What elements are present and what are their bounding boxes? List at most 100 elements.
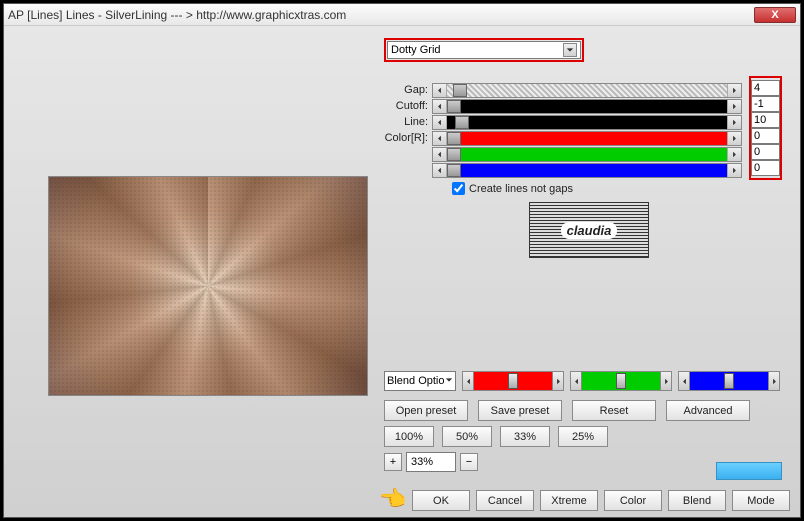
zoom-50-button[interactable]: 50% bbox=[442, 426, 492, 447]
arrow-left-icon[interactable] bbox=[678, 371, 690, 391]
advanced-button[interactable]: Advanced bbox=[666, 400, 750, 421]
color-g-track[interactable] bbox=[447, 148, 727, 161]
arrow-left-icon[interactable] bbox=[433, 148, 447, 161]
color-g-thumb[interactable] bbox=[447, 148, 461, 161]
color-g-slider[interactable] bbox=[432, 147, 742, 162]
bottom-buttons-row: OK Cancel Xtreme Color Blend Mode bbox=[412, 490, 790, 511]
arrow-right-icon[interactable] bbox=[727, 132, 741, 145]
blend-green-thumb[interactable] bbox=[616, 373, 626, 389]
color-r-track[interactable] bbox=[447, 132, 727, 145]
blend-button[interactable]: Blend bbox=[668, 490, 726, 511]
line-value[interactable]: 10 bbox=[751, 112, 780, 128]
create-lines-checkbox[interactable] bbox=[452, 182, 465, 195]
zoom-value[interactable]: 33% bbox=[406, 452, 456, 472]
color-b-thumb[interactable] bbox=[447, 164, 461, 177]
gap-slider[interactable] bbox=[432, 83, 742, 98]
chevron-down-icon bbox=[445, 375, 453, 387]
color-r-label: Color[R]: bbox=[384, 132, 432, 144]
slider-row-color-r: Color[R]: bbox=[384, 130, 742, 146]
preset-dropdown[interactable]: Dotty Grid bbox=[387, 41, 581, 59]
blend-options-dropdown[interactable]: Blend Optio bbox=[384, 371, 456, 391]
sliders-panel: Gap: Cutoff: bbox=[384, 82, 742, 178]
zoom-in-button[interactable]: + bbox=[384, 453, 402, 471]
color-b-value[interactable]: 0 bbox=[751, 160, 780, 176]
gap-label: Gap: bbox=[384, 84, 432, 96]
line-label: Line: bbox=[384, 116, 432, 128]
zoom-out-button[interactable]: − bbox=[460, 453, 478, 471]
cutoff-label: Cutoff: bbox=[384, 100, 432, 112]
reset-button[interactable]: Reset bbox=[572, 400, 656, 421]
xtreme-button[interactable]: Xtreme bbox=[540, 490, 598, 511]
blend-options-value: Blend Optio bbox=[387, 375, 444, 387]
zoom-100-button[interactable]: 100% bbox=[384, 426, 434, 447]
arrow-left-icon[interactable] bbox=[433, 116, 447, 129]
gap-value[interactable]: 4 bbox=[751, 80, 780, 96]
blend-red-thumb[interactable] bbox=[508, 373, 518, 389]
blend-red-slider[interactable] bbox=[462, 371, 564, 391]
arrow-right-icon[interactable] bbox=[727, 164, 741, 177]
save-preset-button[interactable]: Save preset bbox=[478, 400, 562, 421]
create-lines-checkbox-row[interactable]: Create lines not gaps bbox=[452, 182, 573, 195]
window-title: AP [Lines] Lines - SilverLining --- > ht… bbox=[8, 8, 754, 22]
slider-row-color-b bbox=[384, 162, 742, 178]
arrow-left-icon[interactable] bbox=[433, 164, 447, 177]
author-logo-text: claudia bbox=[561, 222, 618, 239]
arrow-left-icon[interactable] bbox=[433, 132, 447, 145]
gap-thumb[interactable] bbox=[453, 84, 467, 97]
color-g-value[interactable]: 0 bbox=[751, 144, 780, 160]
color-button[interactable]: Color bbox=[604, 490, 662, 511]
line-slider[interactable] bbox=[432, 115, 742, 130]
blend-row: Blend Optio bbox=[384, 371, 780, 391]
color-swatch[interactable] bbox=[716, 462, 782, 480]
color-b-slider[interactable] bbox=[432, 163, 742, 178]
arrow-left-icon[interactable] bbox=[570, 371, 582, 391]
blend-green-slider[interactable] bbox=[570, 371, 672, 391]
arrow-left-icon[interactable] bbox=[433, 100, 447, 113]
zoom-presets-row: 100% 50% 33% 25% bbox=[384, 426, 608, 447]
mode-button[interactable]: Mode bbox=[732, 490, 790, 511]
arrow-right-icon[interactable] bbox=[727, 100, 741, 113]
arrow-right-icon[interactable] bbox=[727, 148, 741, 161]
preview-image bbox=[48, 176, 368, 396]
blend-blue-thumb[interactable] bbox=[724, 373, 734, 389]
preset-buttons-row: Open preset Save preset Reset Advanced bbox=[384, 400, 750, 421]
slider-row-line: Line: bbox=[384, 114, 742, 130]
arrow-right-icon[interactable] bbox=[727, 116, 741, 129]
zoom-33-button[interactable]: 33% bbox=[500, 426, 550, 447]
line-thumb[interactable] bbox=[455, 116, 469, 129]
arrow-right-icon[interactable] bbox=[727, 84, 741, 97]
preset-dropdown-highlight: Dotty Grid bbox=[384, 38, 584, 62]
cancel-button[interactable]: Cancel bbox=[476, 490, 534, 511]
close-icon: X bbox=[771, 9, 778, 21]
ok-button[interactable]: OK bbox=[412, 490, 470, 511]
close-button[interactable]: X bbox=[754, 7, 796, 23]
create-lines-label: Create lines not gaps bbox=[469, 183, 573, 195]
cutoff-slider[interactable] bbox=[432, 99, 742, 114]
chevron-down-icon bbox=[563, 43, 577, 57]
titlebar: AP [Lines] Lines - SilverLining --- > ht… bbox=[4, 4, 800, 26]
line-track[interactable] bbox=[447, 116, 727, 129]
arrow-right-icon[interactable] bbox=[552, 371, 564, 391]
cutoff-thumb[interactable] bbox=[447, 100, 461, 113]
slider-row-cutoff: Cutoff: bbox=[384, 98, 742, 114]
open-preset-button[interactable]: Open preset bbox=[384, 400, 468, 421]
color-r-thumb[interactable] bbox=[447, 132, 461, 145]
color-b-track[interactable] bbox=[447, 164, 727, 177]
preset-dropdown-value: Dotty Grid bbox=[391, 44, 563, 56]
zoom-25-button[interactable]: 25% bbox=[558, 426, 608, 447]
author-logo: claudia bbox=[529, 202, 649, 258]
arrow-right-icon[interactable] bbox=[768, 371, 780, 391]
cutoff-value[interactable]: -1 bbox=[751, 96, 780, 112]
plugin-window: AP [Lines] Lines - SilverLining --- > ht… bbox=[3, 3, 801, 518]
pointing-hand-icon: 👉 bbox=[380, 486, 407, 512]
gap-track[interactable] bbox=[447, 84, 727, 97]
cutoff-track[interactable] bbox=[447, 100, 727, 113]
blend-blue-slider[interactable] bbox=[678, 371, 780, 391]
zoom-stepper: + 33% − bbox=[384, 452, 478, 472]
color-r-value[interactable]: 0 bbox=[751, 128, 780, 144]
value-column-highlight: 4 -1 10 0 0 0 bbox=[749, 76, 782, 180]
arrow-left-icon[interactable] bbox=[462, 371, 474, 391]
arrow-left-icon[interactable] bbox=[433, 84, 447, 97]
arrow-right-icon[interactable] bbox=[660, 371, 672, 391]
color-r-slider[interactable] bbox=[432, 131, 742, 146]
